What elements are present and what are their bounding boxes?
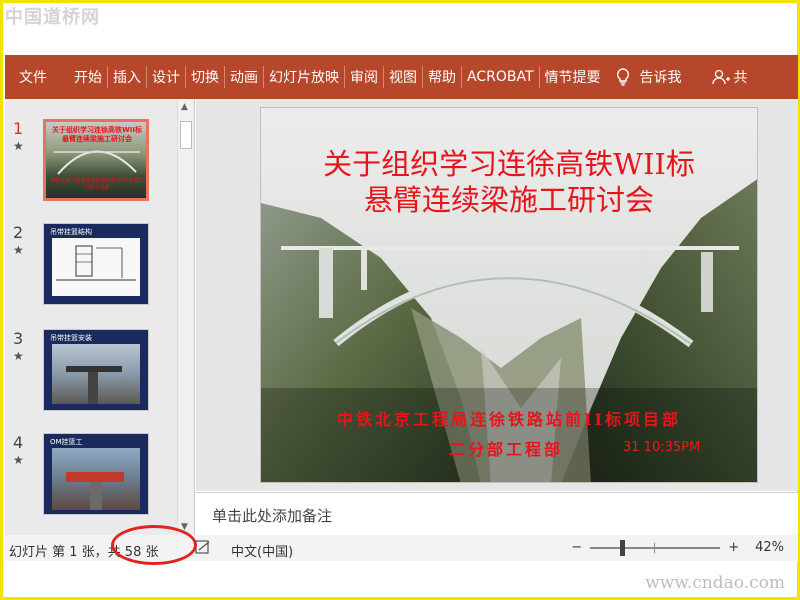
watermark-top: 中国道桥网 bbox=[5, 7, 100, 28]
slide-title-line-2: 悬臂连续梁施工研讨会 bbox=[363, 183, 654, 217]
thumbnail-number: 1 bbox=[13, 119, 24, 138]
share-label: 共 bbox=[733, 70, 748, 86]
scroll-up-icon[interactable]: ▲ bbox=[181, 102, 188, 112]
tab-insert[interactable]: 插入 bbox=[108, 55, 146, 99]
tab-help[interactable]: 帮助 bbox=[423, 55, 461, 99]
tell-me-box[interactable]: 告诉我 bbox=[616, 67, 682, 87]
ribbon-tab-bar: 文件 开始 插入 设计 切换 动画 幻灯片放映 审阅 视图 帮助 ACROBAT… bbox=[5, 55, 798, 99]
thumbnail-scrollbar[interactable]: ▲ ▼ bbox=[177, 99, 193, 535]
animation-star-icon: ★ bbox=[13, 349, 24, 363]
tab-home[interactable]: 开始 bbox=[69, 55, 107, 99]
share-button[interactable]: 共 bbox=[711, 67, 748, 87]
zoom-slider-midmark bbox=[654, 542, 656, 553]
slide-subtitle-line-1[interactable]: 中铁北京工程局连徐铁路站前II标项目部 bbox=[261, 406, 757, 430]
tab-design[interactable]: 设计 bbox=[147, 55, 185, 99]
thumbnail-drawing bbox=[52, 238, 140, 296]
slide-date-time[interactable]: 31 10:35PM bbox=[623, 440, 700, 455]
thumbnail-photo bbox=[52, 344, 140, 404]
tab-view[interactable]: 视图 bbox=[384, 55, 422, 99]
tab-acrobat[interactable]: ACROBAT bbox=[462, 55, 539, 99]
slide-editing-area: 关于组织学习连徐高铁WII标 悬臂连续梁施工研讨会 中铁北京工程局连徐铁路站前I… bbox=[196, 99, 798, 491]
watermark-bottom: www.cndao.com bbox=[645, 573, 785, 593]
thumbnail-number: 4 bbox=[13, 433, 24, 452]
slide-subtitle-line-2[interactable]: 二分部工程部 bbox=[449, 436, 563, 460]
slide-title[interactable]: 关于组织学习连徐高铁WII标 悬臂连续梁施工研讨会 bbox=[261, 146, 757, 218]
thumbnail-footer: 中铁北京工程局连徐铁路站前II标项目部二分部工程部 bbox=[50, 178, 144, 191]
thumbnail-photo bbox=[52, 448, 140, 510]
scrollbar-thumb[interactable] bbox=[180, 121, 192, 149]
thumbnail-image: OM挂篮工 bbox=[43, 433, 149, 515]
tab-file[interactable]: 文件 bbox=[5, 55, 61, 99]
notes-pane[interactable]: 单击此处添加备注 bbox=[196, 492, 798, 534]
tab-slideshow[interactable]: 幻灯片放映 bbox=[264, 55, 344, 99]
thumbnail-slide-1[interactable]: 1 ★ 关于组织学习连徐高铁WII标悬臂连续梁施工研讨会 中铁北京工程局连徐铁路… bbox=[5, 119, 175, 209]
current-slide[interactable]: 关于组织学习连徐高铁WII标 悬臂连续梁施工研讨会 中铁北京工程局连徐铁路站前I… bbox=[260, 107, 758, 483]
thumbnail-slide-2[interactable]: 2 ★ 吊带挂篮结构 bbox=[5, 223, 175, 313]
language-indicator[interactable]: 中文(中国) bbox=[231, 541, 293, 560]
slide-title-line-1: 关于组织学习连徐高铁WII标 bbox=[323, 147, 695, 181]
thumbnail-title: 关于组织学习连徐高铁WII标悬臂连续梁施工研讨会 bbox=[52, 126, 142, 143]
zoom-level[interactable]: 42% bbox=[755, 540, 784, 555]
tell-me-label: 告诉我 bbox=[639, 70, 682, 86]
thumbnail-title: 吊带挂篮安装 bbox=[50, 334, 92, 342]
zoom-control: − + 42% bbox=[571, 539, 784, 556]
thumbnail-number: 2 bbox=[13, 223, 24, 242]
thumbnail-image: 吊带挂篮安装 bbox=[43, 329, 149, 411]
zoom-slider[interactable] bbox=[590, 539, 721, 556]
lightbulb-icon bbox=[616, 68, 629, 86]
notes-icon[interactable] bbox=[195, 540, 211, 554]
tab-animations[interactable]: 动画 bbox=[225, 55, 263, 99]
slide-thumbnail-pane[interactable]: 1 ★ 关于组织学习连徐高铁WII标悬臂连续梁施工研讨会 中铁北京工程局连徐铁路… bbox=[5, 99, 195, 535]
red-highlight-ellipse bbox=[111, 525, 197, 565]
notes-placeholder: 单击此处添加备注 bbox=[212, 507, 333, 525]
tab-transitions[interactable]: 切换 bbox=[186, 55, 224, 99]
thumbnail-image: 关于组织学习连徐高铁WII标悬臂连续梁施工研讨会 中铁北京工程局连徐铁路站前II… bbox=[43, 119, 149, 201]
thumbnail-slide-4[interactable]: 4 ★ OM挂篮工 bbox=[5, 433, 175, 523]
tab-storyboard[interactable]: 情节提要 bbox=[540, 55, 606, 99]
animation-star-icon: ★ bbox=[13, 139, 24, 153]
thumbnail-slide-3[interactable]: 3 ★ 吊带挂篮安装 bbox=[5, 329, 175, 419]
animation-star-icon: ★ bbox=[13, 453, 24, 467]
zoom-slider-knob[interactable] bbox=[620, 539, 626, 556]
thumbnail-image: 吊带挂篮结构 bbox=[43, 223, 149, 305]
zoom-out-button[interactable]: − bbox=[571, 540, 582, 555]
zoom-in-button[interactable]: + bbox=[728, 540, 739, 555]
thumbnail-number: 3 bbox=[13, 329, 24, 348]
thumbnail-title: 吊带挂篮结构 bbox=[50, 228, 92, 236]
user-icon bbox=[711, 69, 730, 85]
thumbnail-title: OM挂篮工 bbox=[50, 438, 83, 446]
animation-star-icon: ★ bbox=[13, 243, 24, 257]
tab-review[interactable]: 审阅 bbox=[345, 55, 383, 99]
